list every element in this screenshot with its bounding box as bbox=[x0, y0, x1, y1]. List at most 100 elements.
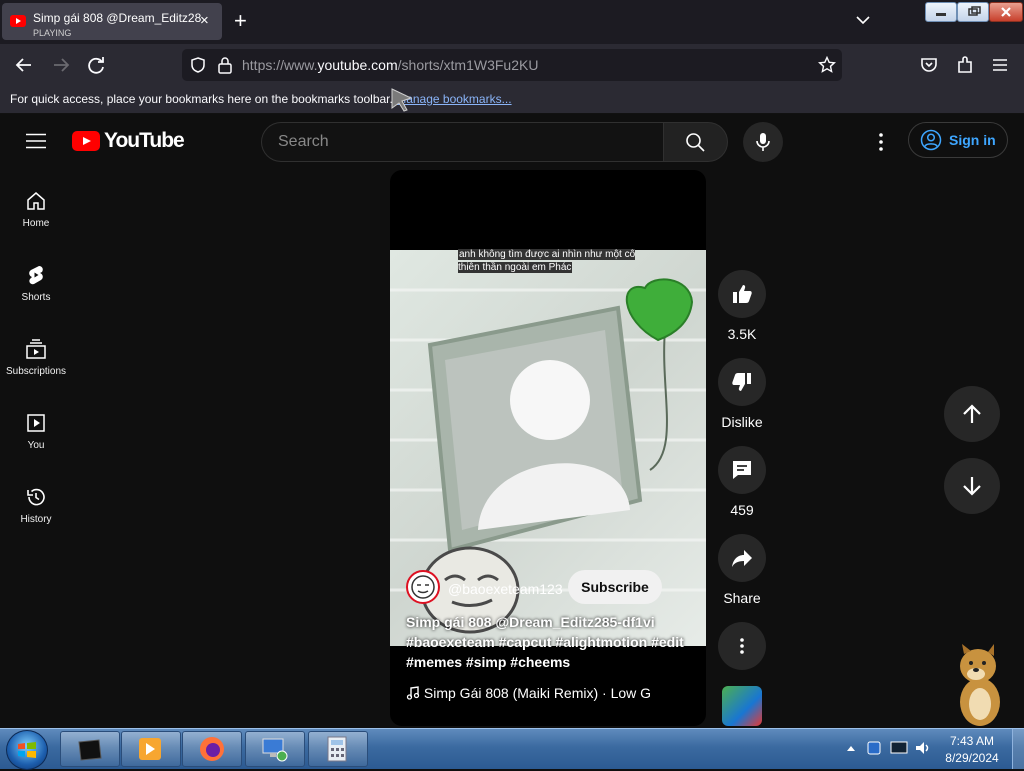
window-minimize-button[interactable] bbox=[925, 2, 957, 22]
windows-taskbar: 7:43 AM 8/29/2024 bbox=[0, 728, 1024, 770]
subscriptions-icon bbox=[26, 339, 46, 359]
sidebar-item-home[interactable]: Home bbox=[0, 190, 72, 229]
like-button[interactable]: 3.5K bbox=[718, 270, 766, 342]
bookmark-star-icon[interactable] bbox=[818, 56, 836, 74]
show-desktop-button[interactable] bbox=[1012, 729, 1024, 769]
you-icon bbox=[27, 414, 45, 432]
taskbar-app-terminal[interactable] bbox=[60, 731, 120, 767]
short-title[interactable]: Simp gái 808 @Dream_Editz285-df1vi #baoe… bbox=[406, 612, 696, 672]
calculator-icon bbox=[327, 736, 347, 762]
taskbar-app-calculator[interactable] bbox=[308, 731, 368, 767]
browser-tab-bar: Simp gái 808 @Dream_Editz285 PLAYING × + bbox=[0, 0, 1024, 44]
window-restore-button[interactable] bbox=[957, 2, 989, 22]
comment-icon bbox=[733, 461, 751, 479]
sound-thumbnail[interactable] bbox=[722, 686, 762, 726]
bookmarks-hint-text: For quick access, place your bookmarks h… bbox=[10, 92, 393, 106]
url-bar[interactable]: https://www.youtube.com/shorts/xtm1W3Fu2… bbox=[182, 49, 842, 81]
window-close-button[interactable] bbox=[989, 2, 1023, 22]
sidebar-item-you[interactable]: You bbox=[0, 412, 72, 451]
thumbs-down-icon bbox=[732, 373, 751, 391]
youtube-play-icon bbox=[72, 131, 100, 151]
account-circle-icon bbox=[920, 129, 942, 151]
search-icon bbox=[686, 133, 705, 152]
tab-close-icon[interactable]: × bbox=[200, 12, 209, 29]
sidebar-label: Home bbox=[22, 218, 50, 229]
comments-button[interactable]: 459 bbox=[718, 446, 766, 518]
previous-short-button[interactable] bbox=[944, 386, 1000, 442]
sidebar-label: You bbox=[27, 440, 45, 451]
chevron-down-icon[interactable] bbox=[855, 12, 871, 28]
taskbar-clock[interactable]: 7:43 AM 8/29/2024 bbox=[940, 733, 1004, 767]
clock-date: 8/29/2024 bbox=[945, 751, 999, 765]
voice-search-button[interactable] bbox=[743, 122, 783, 162]
media-player-icon bbox=[139, 738, 161, 760]
taskbar-app-media-player[interactable] bbox=[121, 731, 181, 767]
sidebar-label: Subscriptions bbox=[5, 366, 67, 377]
browser-tab[interactable]: Simp gái 808 @Dream_Editz285 PLAYING × bbox=[2, 3, 222, 40]
sidebar-item-history[interactable]: History bbox=[0, 486, 72, 525]
arrow-up-icon bbox=[963, 404, 981, 423]
mouse-cursor-icon bbox=[391, 88, 413, 112]
tray-app-icon[interactable] bbox=[866, 740, 882, 756]
start-button[interactable] bbox=[6, 730, 48, 770]
forward-arrow-icon[interactable] bbox=[50, 54, 72, 76]
share-button[interactable]: Share bbox=[718, 534, 766, 606]
taskbar-app-network[interactable] bbox=[245, 731, 305, 767]
show-hidden-icons-icon[interactable] bbox=[846, 744, 856, 752]
next-short-button[interactable] bbox=[944, 458, 1000, 514]
subscribe-button[interactable]: Subscribe bbox=[568, 570, 662, 604]
terminal-window-icon bbox=[78, 739, 102, 761]
caption-text: anh không tìm được ai nhìn như một cô th… bbox=[458, 249, 636, 273]
volume-icon[interactable] bbox=[914, 740, 932, 756]
lock-icon[interactable] bbox=[217, 56, 233, 74]
more-vertical-icon[interactable] bbox=[871, 131, 891, 153]
sign-in-label: Sign in bbox=[949, 132, 996, 148]
network-computer-icon bbox=[262, 738, 288, 762]
short-video-player[interactable]: anh không tìm được ai nhìn như một cô th… bbox=[390, 170, 706, 726]
microphone-icon bbox=[756, 133, 770, 151]
dislike-button[interactable]: Dislike bbox=[718, 358, 766, 430]
dislike-label: Dislike bbox=[721, 414, 763, 430]
tray-display-icon[interactable] bbox=[890, 740, 908, 756]
arrow-down-icon bbox=[963, 477, 981, 496]
back-arrow-icon[interactable] bbox=[13, 54, 35, 76]
sound-link[interactable]: Simp Gái 808 (Maiki Remix) · Low G bbox=[406, 685, 651, 701]
search-input[interactable]: Search bbox=[261, 122, 664, 162]
guide-menu-icon[interactable] bbox=[26, 133, 46, 149]
sidebar-label: Shorts bbox=[21, 292, 51, 303]
sidebar-item-shorts[interactable]: Shorts bbox=[0, 264, 72, 303]
search-placeholder: Search bbox=[278, 133, 329, 150]
meme-face-icon bbox=[411, 575, 435, 599]
url-text[interactable]: https://www.youtube.com/shorts/xtm1W3Fu2… bbox=[242, 57, 538, 73]
music-note-icon bbox=[406, 686, 420, 700]
bookmarks-toolbar: For quick access, place your bookmarks h… bbox=[0, 86, 1024, 114]
pocket-icon[interactable] bbox=[918, 54, 940, 76]
shield-icon[interactable] bbox=[189, 56, 207, 74]
sidebar-label: History bbox=[20, 514, 52, 525]
hamburger-menu-icon[interactable] bbox=[989, 54, 1011, 76]
clock-time: 7:43 AM bbox=[949, 734, 995, 748]
youtube-page: YouTube Search Sign in Home Shorts Subsc… bbox=[0, 114, 1024, 728]
youtube-favicon-icon bbox=[10, 15, 26, 27]
desktop-mascot-image bbox=[960, 644, 1000, 726]
taskbar-app-firefox[interactable] bbox=[182, 731, 242, 767]
like-count: 3.5K bbox=[727, 326, 757, 342]
search-button[interactable] bbox=[663, 122, 728, 162]
sound-title: Simp Gái 808 (Maiki Remix) · Low G bbox=[423, 685, 652, 701]
comment-count: 459 bbox=[730, 502, 754, 518]
channel-name[interactable]: @baoexeteam123 bbox=[448, 581, 563, 597]
more-vertical-icon bbox=[740, 638, 744, 654]
reload-icon[interactable] bbox=[85, 54, 107, 76]
sidebar-item-subscriptions[interactable]: Subscriptions bbox=[0, 338, 72, 377]
channel-avatar[interactable] bbox=[406, 570, 440, 604]
more-actions-button[interactable] bbox=[718, 622, 766, 670]
tab-title: Simp gái 808 @Dream_Editz285 bbox=[33, 11, 201, 25]
manage-bookmarks-link[interactable]: Manage bookmarks... bbox=[396, 92, 511, 106]
history-icon bbox=[27, 488, 45, 506]
shorts-icon bbox=[29, 266, 43, 285]
extensions-icon[interactable] bbox=[954, 54, 976, 76]
thumbs-up-icon bbox=[733, 285, 752, 303]
new-tab-button[interactable]: + bbox=[234, 8, 247, 34]
sign-in-button[interactable]: Sign in bbox=[908, 122, 1008, 158]
bookmarks-message: For quick access, place your bookmarks h… bbox=[10, 92, 512, 106]
